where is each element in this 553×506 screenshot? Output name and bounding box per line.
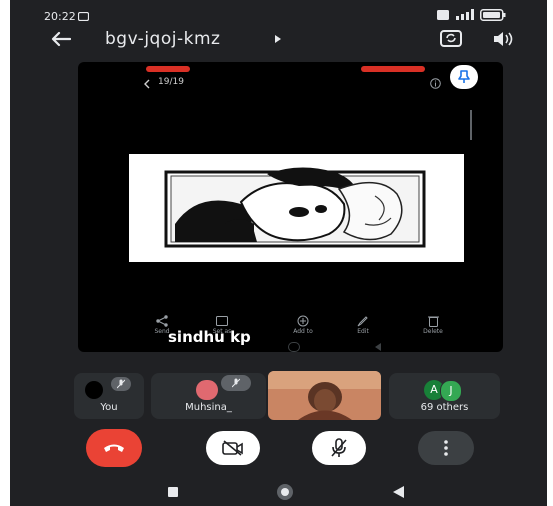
nav-back-ghost-icon bbox=[375, 343, 381, 351]
participant-tile-others[interactable]: A J 69 others bbox=[389, 373, 500, 419]
edit-icon bbox=[357, 315, 369, 327]
avatar bbox=[196, 380, 218, 400]
shared-screen: 19/19 Send Set as Add to Edit Delete bbox=[78, 62, 503, 352]
phone-screen: 20:22 bgv-jqoj-kmz 19/19 Send Set as Add… bbox=[10, 0, 547, 506]
camera-toggle-button[interactable] bbox=[206, 431, 260, 465]
toolbar-label-delete: Delete bbox=[423, 328, 443, 335]
nav-recents-button[interactable] bbox=[168, 487, 178, 497]
participant-label: Muhsina_ bbox=[185, 402, 232, 413]
nav-home-button[interactable] bbox=[277, 484, 293, 500]
presenting-indicator bbox=[361, 66, 425, 72]
switch-camera-icon[interactable] bbox=[440, 28, 462, 48]
meeting-details-arrow-icon[interactable] bbox=[275, 35, 281, 43]
camera-off-icon bbox=[222, 440, 243, 456]
muted-mic-icon bbox=[111, 377, 131, 391]
nav-back-button[interactable] bbox=[393, 486, 404, 498]
recording-indicator bbox=[146, 66, 190, 72]
baby-sketch-image bbox=[164, 167, 426, 248]
mic-toggle-button[interactable] bbox=[312, 431, 366, 465]
pin-button[interactable] bbox=[450, 65, 478, 89]
participant-video-tile[interactable] bbox=[268, 371, 381, 420]
speaker-icon[interactable] bbox=[493, 30, 515, 48]
participant-tile-muhsina[interactable]: Muhsina_ bbox=[151, 373, 266, 419]
info-icon bbox=[430, 78, 441, 89]
mic-off-icon bbox=[331, 438, 347, 457]
end-call-button[interactable] bbox=[86, 429, 142, 467]
delete-icon bbox=[428, 315, 439, 327]
set-as-icon bbox=[216, 316, 228, 326]
participant-label: You bbox=[100, 402, 118, 413]
participant-video-image bbox=[268, 371, 381, 420]
add-to-icon bbox=[297, 315, 309, 327]
participant-label: 69 others bbox=[420, 402, 469, 413]
scroll-indicator bbox=[470, 110, 472, 140]
battery-icon bbox=[480, 9, 506, 21]
avatar: J bbox=[440, 380, 462, 402]
page-counter: 19/19 bbox=[158, 77, 184, 87]
presenter-name: sindhu kp bbox=[168, 328, 251, 346]
notification-icon bbox=[437, 10, 449, 20]
status-time: 20:22 bbox=[44, 10, 76, 23]
home-dot-icon bbox=[281, 488, 289, 496]
muted-mic-icon bbox=[221, 375, 251, 391]
toolbar-label-add-to: Add to bbox=[293, 328, 313, 335]
avatar bbox=[85, 381, 103, 399]
gallery-back-icon bbox=[144, 79, 150, 89]
pin-icon bbox=[458, 70, 470, 83]
toolbar-label-edit: Edit bbox=[357, 328, 369, 335]
meeting-code[interactable]: bgv-jqoj-kmz bbox=[105, 29, 220, 49]
more-options-button[interactable] bbox=[418, 431, 474, 465]
share-tool-icon bbox=[156, 315, 168, 327]
nav-home-ghost-icon bbox=[288, 342, 300, 352]
more-vert-icon bbox=[444, 440, 448, 456]
phone-hangup-icon bbox=[104, 444, 124, 452]
back-arrow-icon[interactable] bbox=[51, 31, 71, 47]
cast-status-icon bbox=[78, 12, 89, 21]
participant-tile-you[interactable]: You bbox=[74, 373, 144, 419]
signal-icon bbox=[456, 9, 474, 20]
shared-image bbox=[129, 154, 464, 262]
